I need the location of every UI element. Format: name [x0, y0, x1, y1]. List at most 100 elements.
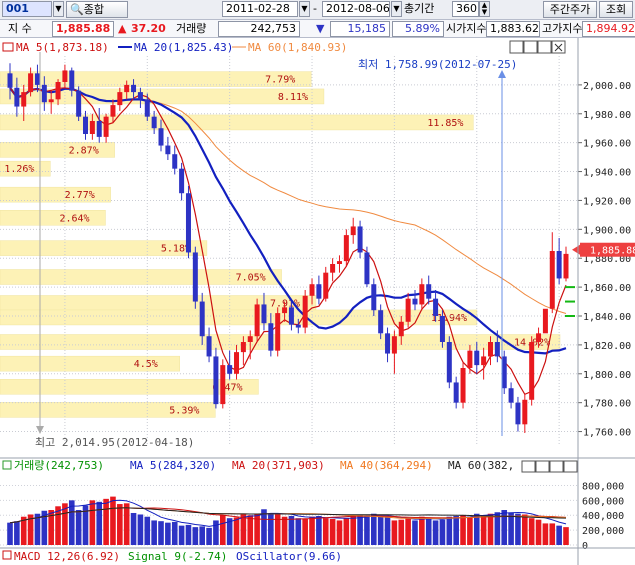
minimize-icon[interactable]	[509, 40, 524, 54]
volume-bar	[151, 520, 157, 545]
volume-bar	[515, 513, 521, 545]
price-profile-bar	[0, 309, 478, 326]
period-input[interactable]: 360	[452, 1, 479, 17]
candle-body	[227, 365, 233, 374]
vol-restore-icon[interactable]	[549, 460, 564, 473]
price-tick-label: 1,940.00	[583, 168, 631, 179]
volume-tick-label: 200,000	[582, 526, 624, 537]
price-profile-bar	[0, 210, 106, 226]
volume-bar	[158, 521, 164, 545]
volume-bar	[247, 515, 254, 545]
query-button[interactable]: 조회	[599, 1, 633, 18]
current-price-label: 1,885.88	[590, 246, 635, 257]
restore-icon[interactable]	[537, 40, 552, 54]
candle-body	[14, 87, 20, 107]
candle-body	[179, 168, 185, 194]
volume-bar	[419, 516, 425, 545]
ma20-legend: MA 20(1,825.43)	[134, 41, 233, 54]
candle-body	[371, 284, 377, 311]
volume-bar	[199, 526, 205, 545]
search-button[interactable]: 🔍종합	[66, 1, 128, 18]
period-spinner[interactable]: ▲ ▼	[479, 1, 490, 17]
price-profile-label: 4.5%	[134, 359, 158, 370]
candle-body	[343, 235, 349, 262]
candle-body	[117, 92, 123, 106]
search-icon: 🔍	[70, 3, 84, 16]
end-date-input[interactable]: 2012-08-06	[322, 1, 390, 17]
macd-legend: MACD 12,26(6.92)	[14, 550, 120, 563]
vol-close-icon[interactable]	[563, 460, 578, 473]
vol-ma20-legend: MA 20(371,903)	[232, 459, 325, 472]
volume-bar	[371, 513, 377, 545]
volume-bar	[137, 514, 144, 545]
volume-bar	[192, 527, 199, 545]
price-tick-label: 1,780.00	[583, 399, 631, 410]
signal-legend: Signal 9(-2.74)	[128, 550, 227, 563]
candle-body	[330, 264, 336, 273]
start-date-dropdown[interactable]: ▼	[299, 1, 310, 17]
vol-maximize-icon[interactable]	[535, 460, 550, 473]
candle-body	[151, 116, 157, 129]
volume-bar	[185, 524, 192, 545]
candle-body	[453, 382, 459, 403]
candle-body	[309, 284, 315, 296]
volume-bar	[288, 515, 295, 545]
end-date-dropdown[interactable]: ▼	[391, 1, 402, 17]
volume-bar	[178, 525, 185, 545]
candle-body	[247, 336, 253, 342]
candle-body	[137, 92, 143, 100]
candle-body	[28, 73, 34, 93]
candle-body	[192, 252, 198, 302]
price-profile-label: 8.11%	[278, 92, 308, 103]
vol-ma5-legend: MA 5(284,320)	[130, 459, 216, 472]
volume-bar	[384, 516, 391, 545]
price-tick-label: 1,980.00	[583, 110, 631, 121]
maximize-icon[interactable]	[523, 40, 538, 54]
volume-bar	[302, 518, 308, 545]
price-tick-label: 1,800.00	[583, 370, 631, 381]
volume-legend-swatch	[2, 460, 12, 470]
vol-minimize-icon[interactable]	[521, 460, 536, 473]
code-dropdown-button[interactable]: ▼	[53, 1, 64, 17]
volume-bar	[391, 520, 398, 545]
volume-bar	[213, 520, 219, 545]
start-date-input[interactable]: 2011-02-28	[222, 1, 298, 17]
candle-body	[439, 316, 445, 342]
candle-body	[158, 128, 164, 146]
candle-body	[350, 226, 356, 236]
candle-body	[302, 295, 308, 328]
volume-bar	[117, 504, 123, 545]
price-tick-label: 1,860.00	[583, 283, 631, 294]
price-profile-label: 1.26%	[4, 164, 34, 175]
price-tick-label: 1,960.00	[583, 139, 631, 150]
price-profile-label: 5.39%	[169, 405, 199, 416]
candle-body	[268, 323, 274, 351]
code-input[interactable]: 001	[2, 1, 52, 17]
up-arrow-icon: ▲	[118, 22, 127, 35]
volume-bar	[295, 518, 302, 545]
candle-body	[288, 307, 294, 325]
volume-tick-label: 600,000	[582, 496, 624, 507]
candle-body	[378, 310, 384, 334]
candle-body	[357, 226, 363, 253]
volume-bar	[535, 519, 542, 545]
candle-body	[165, 145, 171, 155]
quote-bar: 지 수 1,885.88 ▲ 37.20 거래량 242,753 ▼ 15,18…	[0, 20, 635, 38]
volume-bar	[439, 519, 446, 545]
volume-tick-label: 400,000	[582, 511, 624, 522]
candle-body	[124, 84, 130, 93]
volume-bar	[542, 523, 549, 545]
candle-body	[261, 304, 267, 324]
volume-bar	[364, 515, 370, 545]
candle-body	[76, 90, 82, 117]
price-chart[interactable]: 7.79%8.11%11.85%2.87%1.26%2.77%2.64%5.18…	[0, 38, 635, 565]
volume-bar	[89, 500, 96, 545]
candle-body	[254, 304, 260, 337]
candle-body	[185, 193, 191, 253]
price-tick-label: 1,920.00	[583, 196, 631, 207]
candle-body	[549, 251, 555, 309]
weekly-price-button[interactable]: 주간주가	[543, 1, 597, 18]
candle-body	[412, 298, 418, 305]
down-arrow-icon: ▼	[316, 22, 325, 35]
candle-body	[522, 399, 528, 425]
